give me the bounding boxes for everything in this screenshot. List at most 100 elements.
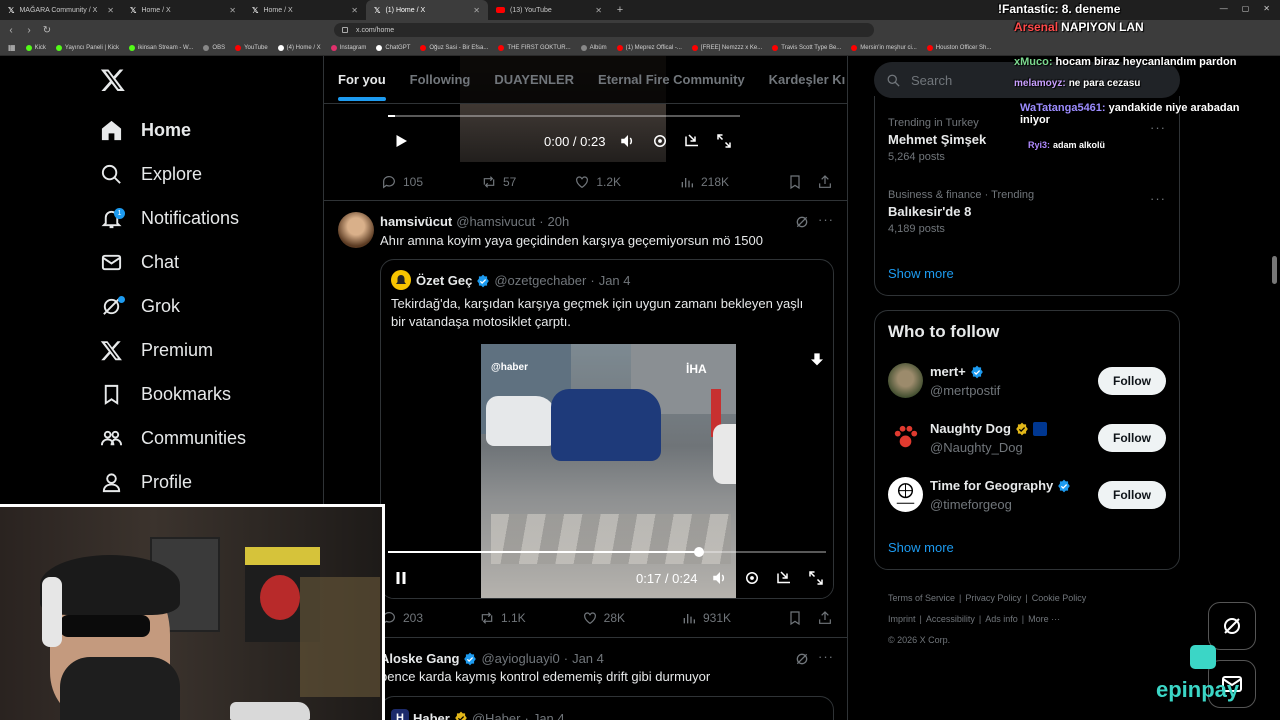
bookmark-item[interactable]: Kick <box>25 44 46 51</box>
footer-link[interactable]: Imprint <box>888 614 916 624</box>
close-icon[interactable]: ✕ <box>107 6 114 15</box>
bookmark-icon[interactable] <box>787 174 803 190</box>
quoted-tweet[interactable]: H Haber @Haber · Jan 4 <box>380 696 834 720</box>
follow-suggestion[interactable]: mert+ @mertpostif Follow <box>888 362 1168 402</box>
author-name[interactable]: hamsivücut <box>380 214 452 229</box>
bookmark-item[interactable]: Instagram <box>330 44 366 51</box>
browser-tab-active[interactable]: 𝕏 (1) Home / X ✕ <box>366 0 488 20</box>
browser-tab[interactable]: 𝕏 MAĞARA Community / X ✕ <box>0 0 122 20</box>
share-icon[interactable] <box>817 610 833 626</box>
timeline-tab[interactable]: For you <box>338 72 386 101</box>
bookmark-item[interactable]: Yayıncı Paneli | Kick <box>55 44 119 51</box>
fullscreen-icon[interactable] <box>715 132 733 150</box>
close-icon[interactable]: ✕ <box>229 6 236 15</box>
bookmark-item[interactable]: (1) Meprez Offical -... <box>616 44 682 51</box>
nav-item-communities[interactable]: Communities <box>100 423 246 453</box>
views-button[interactable]: 218K <box>679 174 729 190</box>
close-icon[interactable]: ✕ <box>473 6 480 15</box>
bookmark-item[interactable]: THE FIRST GOKTUR... <box>498 44 571 51</box>
back-icon[interactable]: ‹ <box>4 25 18 36</box>
url-bar[interactable]: x.com/home <box>334 23 874 37</box>
reply-button[interactable]: 105 <box>381 174 423 190</box>
grok-icon[interactable] <box>794 214 810 230</box>
quote-video[interactable]: @haber İHA <box>381 344 833 598</box>
browser-tab[interactable]: (13) YouTube ✕ <box>488 0 610 20</box>
nav-item-premium[interactable]: Premium <box>100 335 213 365</box>
footer-link[interactable]: Ads info <box>985 614 1018 624</box>
bookmark-item[interactable]: ikinsan Stream - W... <box>129 44 193 51</box>
pause-icon[interactable] <box>392 569 410 587</box>
apps-grid-icon[interactable]: ▦ <box>8 43 16 52</box>
picture-in-picture-icon[interactable] <box>683 132 701 150</box>
nav-item-notifications[interactable]: 1 Notifications <box>100 203 239 233</box>
grok-icon[interactable] <box>794 651 810 667</box>
bookmark-item[interactable]: Travis Scott Type Be... <box>772 44 841 51</box>
bookmark-item[interactable]: YouTube <box>235 44 268 51</box>
nav-item-chat[interactable]: Chat <box>100 247 179 277</box>
picture-in-picture-icon[interactable] <box>775 569 793 587</box>
nav-item-bookmarks[interactable]: Bookmarks <box>100 379 231 409</box>
follow-button[interactable]: Follow <box>1098 424 1166 452</box>
scrollbar[interactable] <box>1272 256 1277 284</box>
maximize-icon[interactable]: ▢ <box>1242 4 1250 13</box>
timeline-tab[interactable]: Following <box>410 72 471 87</box>
play-icon[interactable] <box>392 132 410 150</box>
like-button[interactable]: 1.2K <box>574 174 621 190</box>
share-icon[interactable] <box>817 174 833 190</box>
nav-item-profile[interactable]: Profile <box>100 467 192 497</box>
like-button[interactable]: 28K <box>582 610 625 626</box>
nav-item-explore[interactable]: Explore <box>100 159 202 189</box>
bookmark-item[interactable]: Albüm <box>580 44 607 51</box>
author-name[interactable]: Aloske Gang <box>380 651 459 666</box>
bookmark-item[interactable]: OBS <box>203 44 225 51</box>
settings-gear-icon[interactable] <box>651 132 669 150</box>
footer-link[interactable]: Cookie Policy <box>1032 593 1087 603</box>
footer-link[interactable]: Terms of Service <box>888 593 955 603</box>
more-icon[interactable]: ··· <box>818 212 834 227</box>
follow-suggestion[interactable]: Naughty Dog @Naughty_Dog Follow <box>888 419 1168 459</box>
timeline-tab[interactable]: DUAYENLER <box>494 72 574 87</box>
grok-floating-button[interactable] <box>1208 602 1256 650</box>
x-logo-icon[interactable] <box>100 67 126 93</box>
footer-link[interactable]: Privacy Policy <box>965 593 1021 603</box>
volume-icon[interactable] <box>619 132 637 150</box>
bookmark-item[interactable]: Houston Officer Sh... <box>926 44 991 51</box>
more-icon[interactable]: ··· <box>818 649 834 664</box>
follow-button[interactable]: Follow <box>1098 367 1166 395</box>
video-progress-bar[interactable] <box>388 547 826 557</box>
follow-button[interactable]: Follow <box>1098 481 1166 509</box>
close-icon[interactable]: ✕ <box>351 6 358 15</box>
repost-button[interactable]: 1.1K <box>479 610 526 626</box>
reload-icon[interactable]: ↻ <box>40 25 54 36</box>
reply-button[interactable]: 203 <box>381 610 423 626</box>
avatar[interactable] <box>338 212 374 248</box>
close-icon[interactable]: ✕ <box>595 6 602 15</box>
timeline-tab[interactable]: Eternal Fire Community <box>598 72 745 87</box>
close-window-icon[interactable]: ✕ <box>1263 4 1270 13</box>
tweet-time[interactable]: Jan 4 <box>572 651 604 666</box>
settings-gear-icon[interactable] <box>743 569 761 587</box>
footer-link[interactable]: More ··· <box>1028 614 1060 624</box>
trend-item[interactable]: Business & finance · Trending Balıkesir'… <box>888 189 1034 235</box>
nav-item-home[interactable]: Home <box>100 115 191 145</box>
forward-icon[interactable]: › <box>22 25 36 36</box>
bookmark-item[interactable]: (4) Home / X <box>277 44 321 51</box>
fullscreen-icon[interactable] <box>807 569 825 587</box>
minimize-icon[interactable]: — <box>1220 4 1228 13</box>
follow-show-more-link[interactable]: Show more <box>888 540 954 555</box>
bookmark-item[interactable]: [FREE] Nemzzz x Ke... <box>691 44 762 51</box>
footer-link[interactable]: Accessibility <box>926 614 975 624</box>
new-tab-button[interactable]: + <box>610 4 630 16</box>
volume-icon[interactable] <box>711 569 729 587</box>
bookmark-item[interactable]: Mersin'in meşhur ci... <box>851 44 917 51</box>
bookmark-icon[interactable] <box>787 610 803 626</box>
trend-item[interactable]: Trending in Turkey Mehmet Şimşek 5,264 p… <box>888 117 986 163</box>
browser-tab[interactable]: 𝕏 Home / X ✕ <box>122 0 244 20</box>
download-icon[interactable] <box>809 352 825 368</box>
author-handle[interactable]: @ayiogluayi0 <box>481 651 559 666</box>
more-icon[interactable]: ··· <box>1150 191 1166 206</box>
tweet-time[interactable]: 20h <box>548 214 570 229</box>
follow-suggestion[interactable]: Time for Geography @timeforgeog Follow <box>888 476 1168 516</box>
views-button[interactable]: 931K <box>681 610 731 626</box>
author-handle[interactable]: @hamsivucut <box>456 214 535 229</box>
